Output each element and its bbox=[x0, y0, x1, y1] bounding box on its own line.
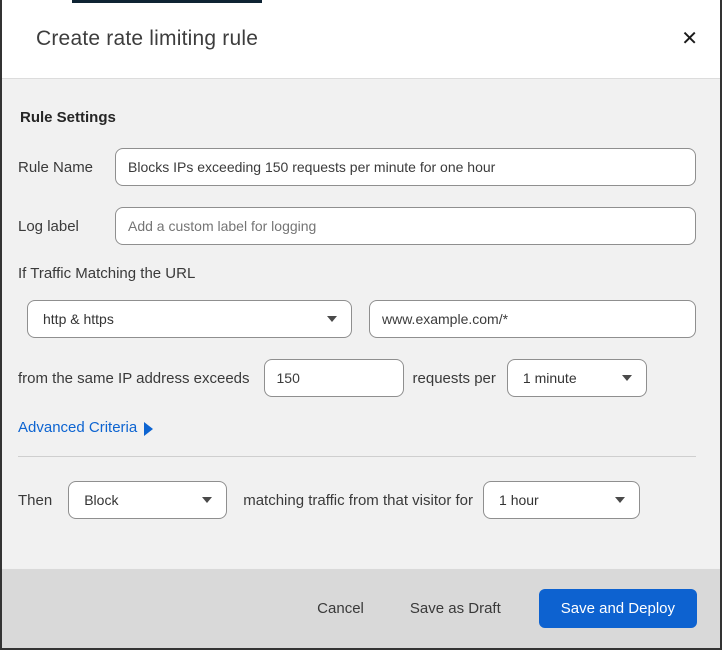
log-label-label: Log label bbox=[18, 217, 79, 235]
rule-name-input[interactable] bbox=[115, 148, 696, 186]
advanced-criteria-link[interactable]: Advanced Criteria bbox=[18, 419, 154, 436]
chevron-down-icon bbox=[202, 497, 213, 503]
rule-settings-heading: Rule Settings bbox=[20, 109, 116, 126]
request-threshold-input[interactable] bbox=[263, 359, 404, 397]
threshold-suffix-text: requests per bbox=[412, 369, 496, 387]
arrow-right-icon bbox=[144, 421, 154, 436]
chevron-down-icon bbox=[621, 375, 632, 381]
dialog-body: Rule Settings Rule Name Log label If Tra… bbox=[2, 79, 720, 568]
traffic-match-intro: If Traffic Matching the URL bbox=[18, 265, 196, 282]
action-select-value: Block bbox=[84, 492, 119, 508]
top-accent-bar bbox=[72, 0, 262, 3]
create-rate-limiting-rule-dialog: Create rate limiting rule ✕ Rule Setting… bbox=[0, 0, 722, 650]
log-label-input[interactable] bbox=[115, 207, 696, 245]
log-label-row: Log label bbox=[18, 207, 696, 245]
cancel-button[interactable]: Cancel bbox=[309, 600, 372, 617]
action-select[interactable]: Block bbox=[68, 481, 228, 519]
duration-select-value: 1 hour bbox=[499, 492, 539, 508]
then-action-row: Then Block matching traffic from that vi… bbox=[18, 481, 696, 519]
close-icon[interactable]: ✕ bbox=[675, 25, 704, 53]
dialog-footer: Cancel Save as Draft Save and Deploy bbox=[2, 568, 720, 648]
save-and-deploy-button[interactable]: Save and Deploy bbox=[538, 589, 697, 628]
chevron-down-icon bbox=[327, 316, 337, 322]
traffic-match-row: http & https bbox=[18, 300, 696, 338]
save-as-draft-button[interactable]: Save as Draft bbox=[402, 600, 509, 617]
period-select-value: 1 minute bbox=[522, 370, 577, 386]
rule-name-label: Rule Name bbox=[18, 158, 94, 176]
dialog-header: Create rate limiting rule ✕ bbox=[2, 0, 720, 79]
chevron-down-icon bbox=[615, 497, 626, 503]
url-pattern-input[interactable] bbox=[369, 300, 696, 338]
threshold-prefix-text: from the same IP address exceeds bbox=[18, 369, 250, 387]
then-middle-text: matching traffic from that visitor for bbox=[243, 491, 474, 509]
advanced-criteria-label: Advanced Criteria bbox=[18, 419, 138, 436]
period-select[interactable]: 1 minute bbox=[506, 359, 647, 397]
threshold-row: from the same IP address exceeds request… bbox=[18, 359, 696, 397]
scheme-select-value: http & https bbox=[43, 311, 114, 327]
duration-select[interactable]: 1 hour bbox=[483, 481, 641, 519]
section-divider bbox=[18, 456, 696, 457]
then-label: Then bbox=[18, 491, 53, 509]
dialog-title: Create rate limiting rule bbox=[36, 27, 259, 50]
scheme-select[interactable]: http & https bbox=[27, 300, 352, 338]
rule-name-row: Rule Name bbox=[18, 148, 696, 186]
